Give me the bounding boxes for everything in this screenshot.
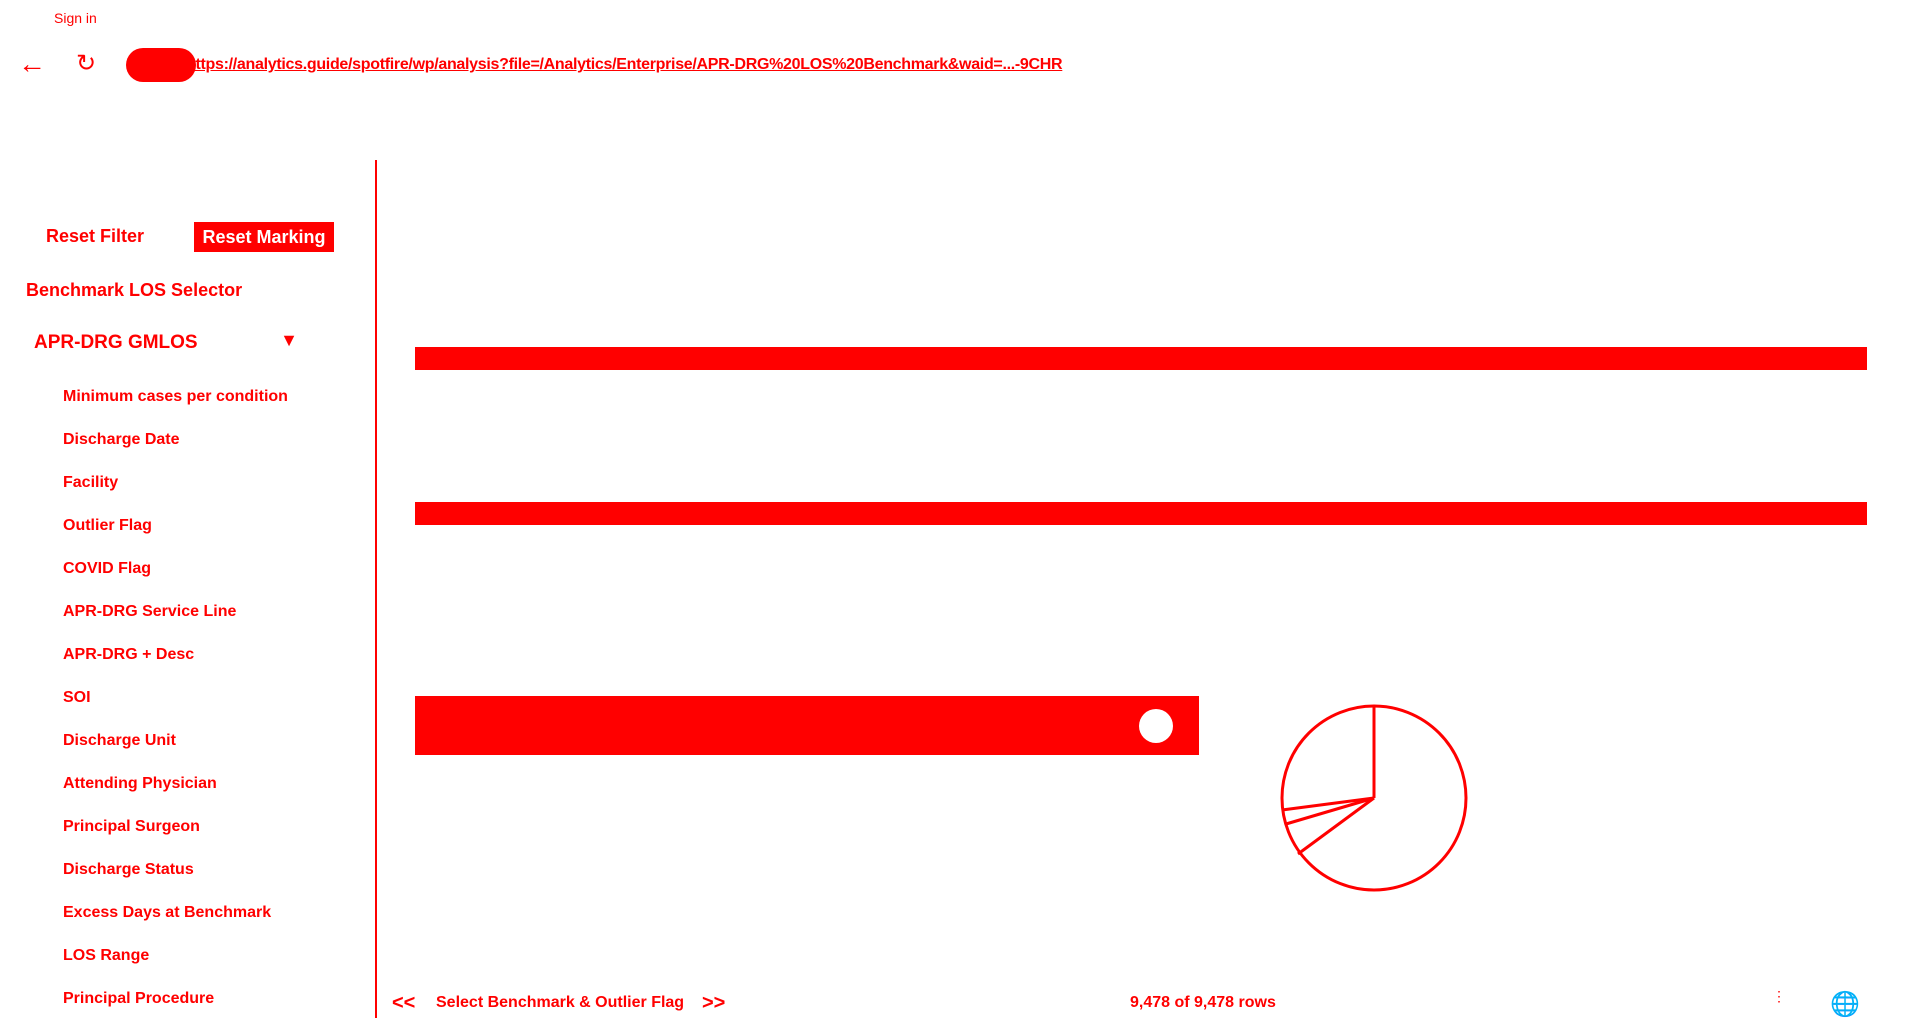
filter-item[interactable]: APR-DRG + Desc <box>63 646 288 689</box>
benchmark-selected-value: APR-DRG GMLOS <box>34 332 198 353</box>
filter-item[interactable]: Attending Physician <box>63 775 288 818</box>
globe-icon[interactable]: 🌐 <box>1830 990 1860 1019</box>
filter-item[interactable]: Outlier Flag <box>63 517 288 560</box>
filter-item[interactable]: SOI <box>63 689 288 732</box>
more-options-icon[interactable]: ⋮ <box>1772 989 1786 1003</box>
rows-count: 9,478 of 9,478 rows <box>1130 994 1276 1011</box>
visualization-loading-bar <box>415 696 1199 755</box>
filter-item[interactable]: Discharge Unit <box>63 732 288 775</box>
loading-indicator <box>1139 709 1173 743</box>
browser-nav-bar: ← ↻ https://analytics.guide/spotfire/wp/… <box>0 48 1920 84</box>
filter-item[interactable]: Discharge Date <box>63 431 288 474</box>
pie-slice-divider <box>1285 796 1375 826</box>
reset-filter-button[interactable]: Reset Filter <box>46 226 144 247</box>
page-tab-label[interactable]: Select Benchmark & Outlier Flag <box>436 994 684 1012</box>
visualization-placeholder-bar-top <box>415 347 1867 370</box>
url-text[interactable]: https://analytics.guide/spotfire/wp/anal… <box>186 56 1386 80</box>
reset-marking-button[interactable]: Reset Marking <box>194 222 334 252</box>
next-page-button[interactable]: >> <box>702 992 725 1015</box>
filter-item[interactable]: LOS Range <box>63 947 288 990</box>
benchmark-selector-dropdown[interactable]: APR-DRG GMLOS ▼ <box>34 330 298 358</box>
chevron-down-icon[interactable]: ▼ <box>280 330 298 351</box>
filter-item[interactable]: Discharge Status <box>63 861 288 904</box>
visualization-placeholder-bar-middle <box>415 502 1867 525</box>
filter-item[interactable]: Minimum cases per condition <box>63 388 288 431</box>
reload-icon[interactable]: ↻ <box>76 50 96 78</box>
filter-item[interactable]: Principal Surgeon <box>63 818 288 861</box>
filter-item[interactable]: Facility <box>63 474 288 517</box>
sign-in-link[interactable]: Sign in <box>54 10 97 26</box>
benchmark-selector-label: Benchmark LOS Selector <box>26 280 243 300</box>
filter-item[interactable]: Principal Procedure <box>63 990 288 1033</box>
prev-page-button[interactable]: << <box>392 992 415 1015</box>
sidebar-divider[interactable] <box>375 160 377 1018</box>
filter-item[interactable]: COVID Flag <box>63 560 288 603</box>
back-arrow-icon[interactable]: ← <box>18 50 46 78</box>
pie-chart[interactable] <box>1276 700 1472 896</box>
filter-item[interactable]: APR-DRG Service Line <box>63 603 288 646</box>
filter-list: Minimum cases per condition Discharge Da… <box>63 388 288 1033</box>
filter-item[interactable]: Excess Days at Benchmark <box>63 904 288 947</box>
